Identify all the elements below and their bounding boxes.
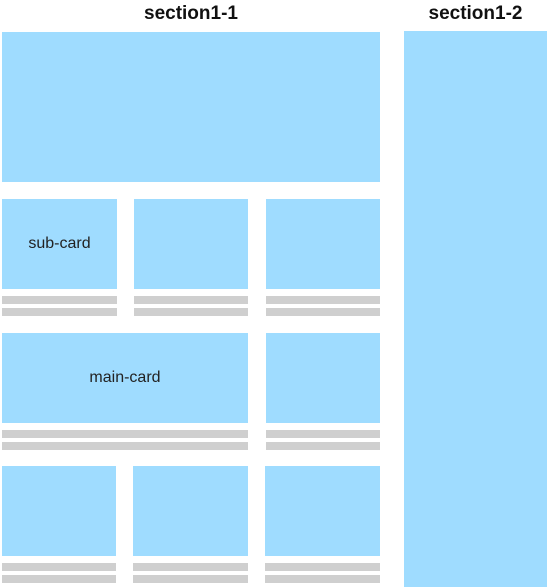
main-card: main-card [2, 333, 248, 423]
placeholder-line [134, 308, 248, 316]
placeholder-line [266, 308, 380, 316]
placeholder-line [266, 442, 380, 450]
card [266, 199, 380, 289]
placeholder-line [266, 296, 380, 304]
section1-2-column [404, 31, 547, 587]
placeholder-line [265, 575, 380, 583]
section1-2-title: section1-2 [428, 3, 523, 24]
placeholder-line [134, 296, 248, 304]
placeholder-line [2, 575, 116, 583]
placeholder-line [133, 575, 248, 583]
sub-card-label: sub-card [28, 235, 91, 252]
sub-card: sub-card [2, 199, 117, 289]
placeholder-line [2, 430, 248, 438]
section1-1-title: section1-1 [144, 3, 238, 24]
card [2, 466, 116, 556]
card [266, 333, 380, 423]
card [133, 466, 248, 556]
main-card-label: main-card [89, 369, 161, 386]
placeholder-line [265, 563, 380, 571]
placeholder-line [2, 442, 248, 450]
placeholder-line [2, 308, 117, 316]
placeholder-line [2, 563, 116, 571]
placeholder-line [2, 296, 117, 304]
placeholder-line [133, 563, 248, 571]
card [134, 199, 248, 289]
hero-block [2, 32, 380, 182]
placeholder-line [266, 430, 380, 438]
card [265, 466, 380, 556]
